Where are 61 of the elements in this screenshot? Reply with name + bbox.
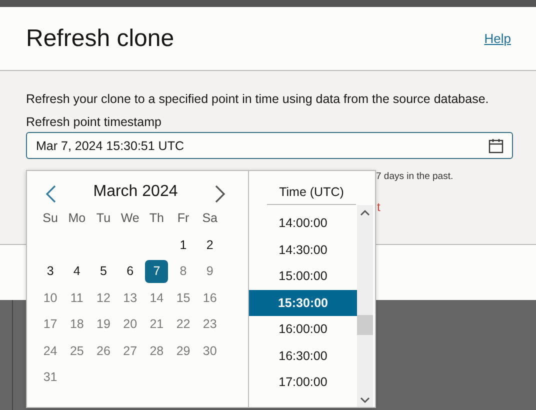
calendar-day[interactable]: 6: [116, 258, 144, 284]
calendar-day: 15: [170, 284, 197, 311]
scrollbar-thumb[interactable]: [357, 315, 373, 335]
calendar-day[interactable]: 3: [37, 258, 64, 284]
calendar-day: 26: [90, 338, 117, 364]
help-link[interactable]: Help: [484, 31, 511, 46]
calendar-icon[interactable]: [488, 138, 504, 154]
dialog-title: Refresh clone: [26, 24, 174, 52]
weekday-label: We: [120, 210, 140, 228]
description-text: Refresh your clone to a specified point in time using data from the source database.: [26, 92, 490, 106]
error-text: t: [377, 200, 380, 214]
calendar-day[interactable]: 4: [64, 258, 90, 284]
time-option[interactable]: 14:00:00: [249, 210, 357, 236]
time-option[interactable]: 17:00:00: [249, 369, 357, 396]
calendar-day: 25: [64, 338, 90, 364]
calendar-day: 17: [37, 311, 64, 338]
calendar-day: 27: [116, 338, 144, 364]
chevron-up-icon[interactable]: [360, 209, 370, 216]
calendar-day: 12: [90, 284, 117, 311]
calendar-day: 14: [143, 284, 170, 311]
calendar-day[interactable]: 7: [145, 260, 168, 282]
calendar-day: 16: [196, 284, 224, 311]
calendar-day: 29: [170, 338, 197, 364]
time-option[interactable]: 16:30:00: [249, 342, 357, 369]
chevron-down-icon[interactable]: [360, 397, 370, 404]
field-label: Refresh point timestamp: [26, 115, 162, 129]
calendar-day: 18: [64, 311, 90, 338]
weekday-label: Mo: [67, 210, 87, 228]
timestamp-field[interactable]: Mar 7, 2024 15:30:51 UTC: [26, 132, 513, 159]
weekday-label: Th: [148, 210, 165, 228]
chevron-left-icon[interactable]: [45, 185, 57, 203]
calendar-day: 20: [116, 311, 144, 338]
calendar-day: 10: [37, 284, 64, 311]
time-option[interactable]: 15:30:00: [249, 290, 357, 316]
calendar-day: 8: [170, 258, 197, 284]
calendar-day: 22: [170, 311, 197, 338]
calendar-day: 9: [196, 258, 224, 284]
calendar-day: 13: [116, 284, 144, 311]
calendar-day[interactable]: 2: [196, 232, 224, 258]
calendar-day: 28: [143, 338, 170, 364]
calendar-day: 11: [64, 284, 90, 311]
weekday-label: Sa: [201, 210, 218, 228]
time-column-header: Time (UTC): [267, 185, 356, 205]
calendar-day: 21: [143, 311, 170, 338]
calendar-day: 30: [196, 338, 224, 364]
calendar-day: 31: [37, 364, 64, 390]
calendar-day: 19: [90, 311, 117, 338]
chevron-right-icon[interactable]: [214, 185, 226, 203]
scrollbar[interactable]: [357, 205, 373, 407]
calendar-day[interactable]: 1: [170, 232, 197, 258]
calendar-day[interactable]: 5: [90, 258, 117, 284]
weekday-label: Tu: [95, 210, 112, 228]
calendar-day: 23: [196, 311, 224, 338]
time-option[interactable]: 16:00:00: [249, 316, 357, 342]
calendar-day: 24: [37, 338, 64, 364]
time-option[interactable]: 15:00:00: [249, 263, 357, 290]
weekday-label: Su: [42, 210, 59, 228]
month-title: March 2024: [93, 183, 178, 201]
weekday-label: Fr: [176, 210, 190, 228]
hint-text: 7 days in the past.: [376, 171, 454, 182]
time-option[interactable]: 14:30:00: [249, 236, 357, 263]
